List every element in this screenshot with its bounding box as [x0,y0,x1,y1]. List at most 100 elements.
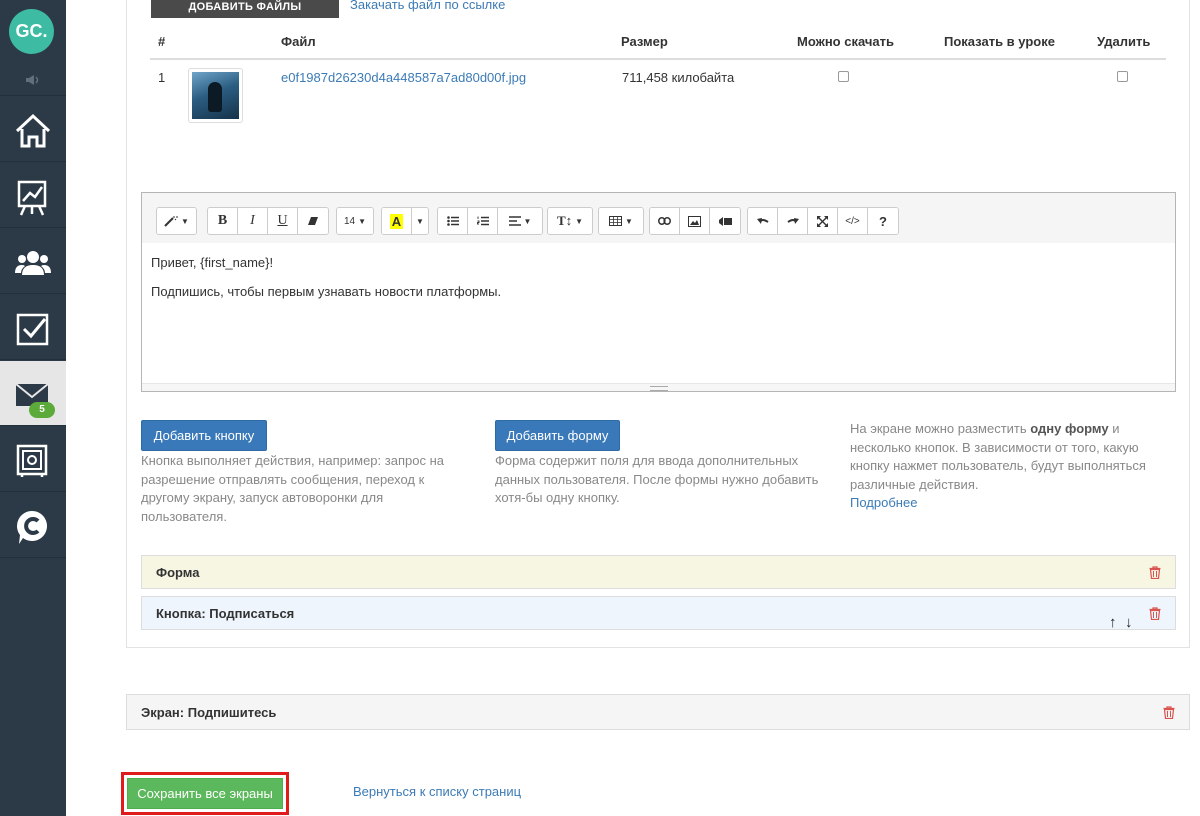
chart-icon [17,180,47,216]
italic-button[interactable]: I [238,208,268,234]
color-dropdown[interactable]: ▼ [412,208,428,234]
screen-info-bold: одну форму [1030,421,1109,436]
sidebar-item-stats[interactable] [0,163,66,228]
redo-icon [786,217,799,224]
more-info-link[interactable]: Подробнее [850,495,917,510]
sidebar-item-users[interactable] [0,229,66,294]
code-icon: </> [845,215,860,227]
thumbnail-image [192,72,239,119]
sidebar-item-home[interactable] [0,97,66,162]
form-block-title: Форма [156,565,200,580]
editor-resize-handle[interactable] [142,383,1175,391]
code-view-button[interactable]: </> [838,208,868,234]
fullscreen-icon [817,215,828,227]
line-height-icon: T↕ [556,213,573,228]
toolbar-group-size: 14 ▼ [336,207,375,235]
move-up-icon[interactable]: ↑ [1109,606,1117,639]
add-button-help: Кнопка выполняет действия, например: зап… [141,453,444,524]
style-button[interactable]: ▼ [157,208,196,234]
insert-video-button[interactable] [710,208,740,234]
editor-toolbar: ▼ B I U 14 ▼ A ▼ ▼ T↕ ▼ ▼ </> ? [142,193,1175,243]
bullet-list-button[interactable] [438,208,468,234]
col-header-size: Размер [621,34,668,49]
file-thumbnail[interactable] [188,68,243,123]
save-highlight-frame: Сохранить все экраны [121,772,289,815]
magic-wand-icon [164,216,178,227]
clear-format-button[interactable] [298,208,328,234]
insert-image-button[interactable] [680,208,710,234]
move-down-icon[interactable]: ↓ [1125,606,1133,639]
help-button[interactable]: ? [868,208,898,234]
table-dropdown[interactable]: ▼ [599,208,643,234]
underline-button[interactable]: U [268,208,298,234]
editor-line-body[interactable]: Подпишись, чтобы первым узнавать новости… [151,284,501,299]
undo-icon [756,217,769,224]
text-color-button[interactable]: A [382,208,412,234]
tasks-icon [16,313,49,346]
home-icon [15,113,51,148]
editor-line-greeting[interactable]: Привет, {first_name}! [151,255,273,270]
add-form-help: Форма содержит поля для ввода дополнител… [495,453,819,505]
add-button-button[interactable]: Добавить кнопку [141,420,267,451]
sidebar: GC. 5 [0,0,66,816]
bold-icon: B [217,213,228,228]
screen-block[interactable]: Экран: Подпишитесь [126,694,1190,730]
col-header-download: Можно скачать [797,34,894,49]
sidebar-item-chat[interactable] [0,493,66,558]
can-download-checkbox[interactable] [838,71,849,82]
button-block-title: Кнопка: Подписаться [156,606,295,621]
announcement-toggle[interactable] [0,63,66,96]
insert-link-button[interactable] [650,208,680,234]
caret-down-icon: ▼ [181,216,189,226]
file-num: 1 [158,70,166,85]
logo-badge: GC. [9,9,54,54]
table-header-divider [150,58,1166,60]
toolbar-group-misc: </> ? [747,207,899,235]
screen-info-text: На экране можно разместить [850,421,1031,436]
trash-icon[interactable] [1149,566,1161,579]
toolbar-group-height: T↕ ▼ [547,207,593,235]
logo[interactable]: GC. [0,0,66,62]
screen-info: На экране можно разместить одну форму и … [850,420,1150,513]
highlight-icon: A [389,213,404,229]
align-left-icon [508,216,521,226]
sidebar-item-tasks[interactable] [0,295,66,360]
table-icon [609,216,623,226]
file-name-link[interactable]: e0f1987d26230d4a448587a7ad80d00f.jpg [281,70,526,85]
trash-icon[interactable] [1163,706,1175,719]
help-icon: ? [879,213,887,229]
trash-icon[interactable] [1149,607,1161,620]
eraser-icon [308,217,318,225]
video-icon [718,216,732,226]
caret-down-icon: ▼ [575,216,584,226]
bold-button[interactable]: B [208,208,238,234]
toolbar-group-paragraph: ▼ [437,207,543,235]
underline-icon: U [277,213,288,228]
undo-button[interactable] [748,208,778,234]
caret-down-icon: ▼ [416,216,424,226]
sidebar-item-safe[interactable] [0,427,66,492]
col-header-delete: Удалить [1097,34,1151,49]
add-form-button[interactable]: Добавить форму [495,420,620,451]
add-files-button[interactable]: ДОБАВИТЬ ФАЙЛЫ [151,0,339,18]
redo-button[interactable] [778,208,808,234]
file-size: 711,458 килобайта [622,70,735,85]
upload-by-url-link[interactable]: Закачать файл по ссылке [350,0,505,12]
delete-file-checkbox[interactable] [1117,71,1128,82]
line-height-dropdown[interactable]: T↕ ▼ [548,208,592,234]
font-size-dropdown[interactable]: 14 ▼ [337,208,374,234]
align-dropdown[interactable]: ▼ [498,208,542,234]
font-size-value: 14 [344,215,356,227]
toolbar-group-insert [649,207,741,235]
form-block[interactable]: Форма [141,555,1176,589]
numbered-list-button[interactable] [468,208,498,234]
fullscreen-button[interactable] [808,208,838,234]
back-to-pages-link[interactable]: Вернуться к списку страниц [353,784,521,799]
toolbar-group-table: ▼ [598,207,644,235]
save-all-screens-button[interactable]: Сохранить все экраны [127,778,283,809]
toolbar-group-font: B I U [207,207,329,235]
button-block[interactable]: Кнопка: Подписаться ↑ ↓ [141,596,1176,631]
toolbar-group-color: A ▼ [381,207,429,235]
caret-down-icon: ▼ [523,216,532,226]
safe-icon [16,444,48,477]
